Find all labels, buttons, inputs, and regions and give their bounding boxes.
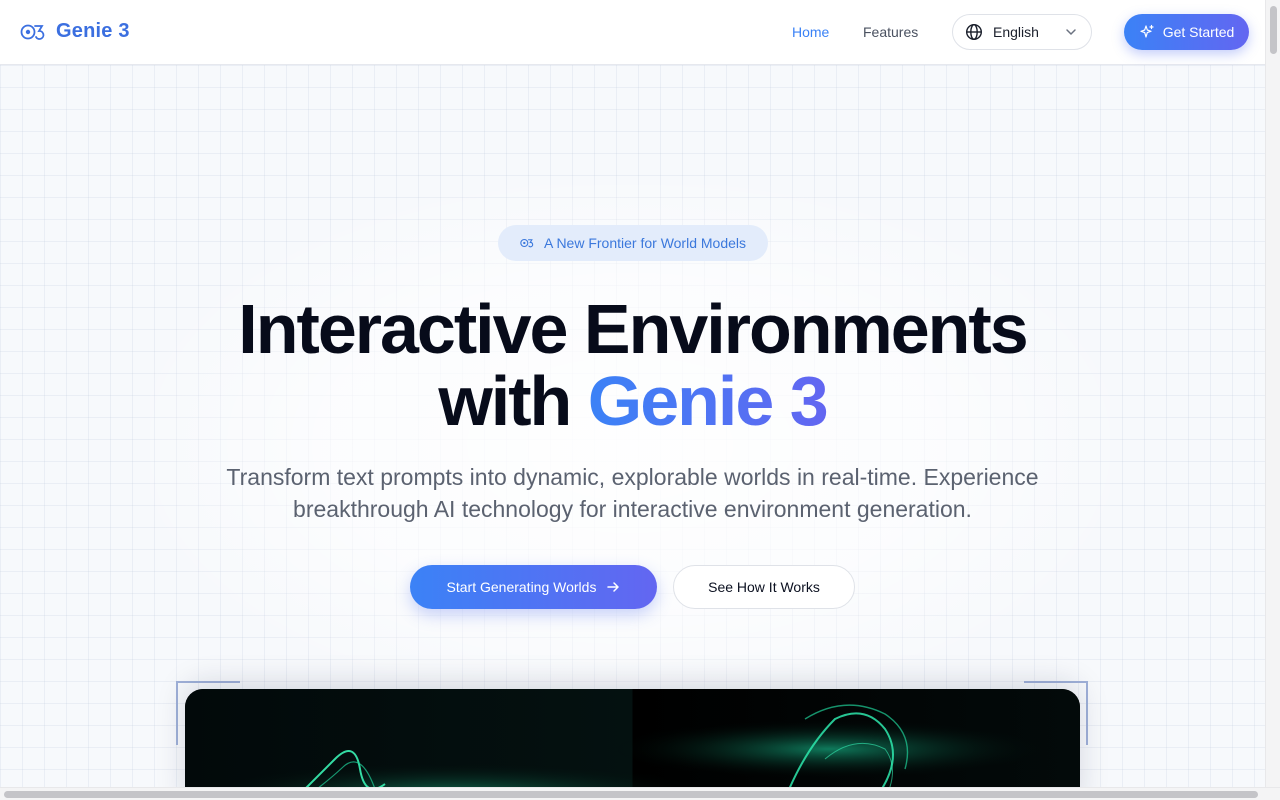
chevron-down-icon (1066, 29, 1076, 36)
hero-section: A New Frontier for World Models Interact… (0, 65, 1265, 787)
arrow-right-icon (607, 582, 620, 592)
start-generating-label: Start Generating Worlds (446, 579, 597, 595)
hero-subtitle: Transform text prompts into dynamic, exp… (226, 464, 1039, 522)
get-started-label: Get Started (1162, 24, 1235, 40)
see-how-it-works-button[interactable]: See How It Works (673, 565, 855, 609)
hero-headline-plain: with (438, 362, 588, 440)
nav-link-features[interactable]: Features (863, 24, 918, 40)
start-generating-button[interactable]: Start Generating Worlds (410, 565, 657, 609)
preview-particle-art (185, 689, 1080, 787)
globe-icon (965, 23, 983, 41)
hero-headline-accent: Genie 3 (587, 362, 829, 440)
genie-logo-icon (520, 238, 534, 248)
see-how-it-works-label: See How It Works (708, 579, 820, 595)
hero-preview-media (185, 689, 1080, 787)
brand-name[interactable]: Genie 3 (56, 20, 130, 43)
language-select[interactable]: English (952, 14, 1092, 50)
language-select-value: English (993, 24, 1039, 40)
horizontal-scrollbar-thumb[interactable] (4, 791, 1258, 798)
hero-headline-line1: Interactive Environments (238, 290, 1028, 368)
sparkles-icon (1140, 24, 1154, 38)
top-navbar: Genie 3 Home Features English Get Starte… (0, 0, 1265, 65)
genie-logo-icon (20, 24, 45, 40)
hero-badge: A New Frontier for World Models (498, 225, 768, 261)
hero-badge-label: A New Frontier for World Models (543, 235, 747, 251)
vertical-scrollbar[interactable] (1265, 0, 1280, 787)
horizontal-scrollbar[interactable] (0, 787, 1280, 800)
hero-glow (150, 185, 1110, 705)
hero-headline: Interactive Environments with Genie 3 (0, 293, 1265, 437)
hero-headline-line2: with Genie 3 (0, 365, 1265, 437)
nav-link-home[interactable]: Home (792, 24, 829, 40)
brand-logo[interactable]: Genie 3 (20, 20, 130, 43)
vertical-scrollbar-thumb[interactable] (1270, 6, 1277, 54)
get-started-button[interactable]: Get Started (1124, 14, 1249, 50)
